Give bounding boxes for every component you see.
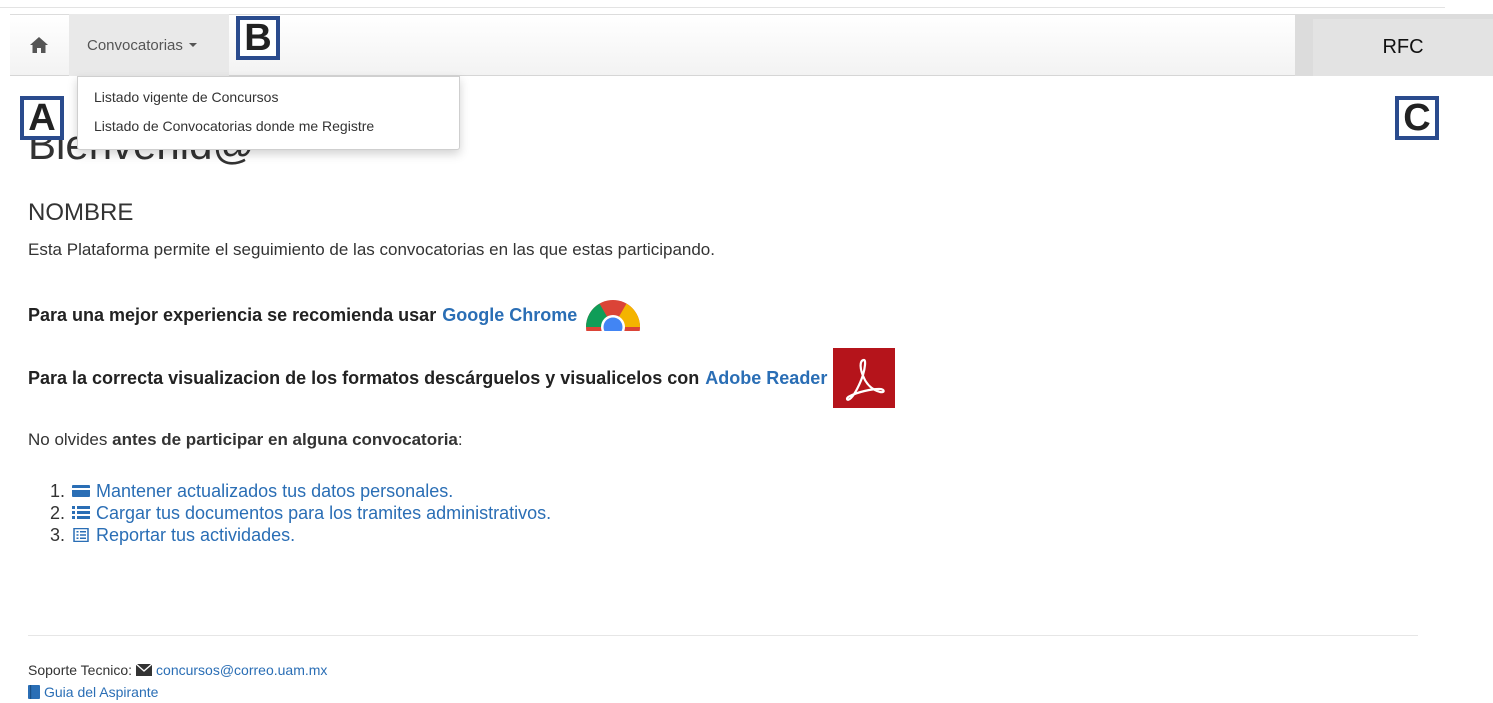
guide-line: Guia del Aspirante [28,684,158,700]
reminder-bold: antes de participar en alguna convocator… [112,430,458,449]
callout-c: C [1395,96,1439,140]
rfc-user-box[interactable]: RFC [1295,14,1493,76]
top-divider [0,7,1445,8]
credit-card-icon [72,485,90,497]
list-item: 1. Mantener actualizados tus datos perso… [50,480,551,502]
reminder-text: No olvides antes de participar en alguna… [28,430,463,450]
envelope-icon [136,664,153,676]
callout-b: B [236,16,280,60]
rfc-label: RFC [1382,36,1424,58]
adobe-text: Para la correcta visualizacion de los fo… [28,367,700,388]
google-chrome-link[interactable]: Google Chrome [442,305,577,326]
caret-down-icon [188,43,197,47]
steps-list: 1. Mantener actualizados tus datos perso… [50,480,551,546]
home-button[interactable] [10,14,68,76]
footer-divider [28,635,1418,636]
book-icon [28,685,40,699]
user-name: NOMBRE [28,199,134,226]
dropdown-item-listado-registros[interactable]: Listado de Convocatorias donde me Regist… [78,112,459,141]
guia-aspirante-link[interactable]: Guia del Aspirante [44,684,158,700]
adobe-recommendation: Para la correcta visualizacion de los fo… [28,348,896,408]
home-icon [30,37,48,53]
chrome-recommendation: Para una mejor experiencia se recomienda… [28,297,641,333]
convocatorias-menu-label: Convocatorias [87,36,183,54]
step-number: 1. [50,480,66,501]
update-personal-data-link[interactable]: Mantener actualizados tus datos personal… [96,481,453,502]
adobe-reader-logo-icon [833,348,896,408]
dropdown-item-listado-concursos[interactable]: Listado vigente de Concursos [78,83,459,112]
report-activities-link[interactable]: Reportar tus actividades. [96,525,295,546]
step-number: 2. [50,502,66,523]
list-icon [72,506,90,519]
convocatorias-dropdown: Listado vigente de Concursos Listado de … [77,76,460,150]
chrome-logo-icon [586,300,641,331]
adobe-reader-link[interactable]: Adobe Reader [705,368,827,389]
callout-a: A [20,96,64,140]
list-item: 3. Reportar tus actividades. [50,524,551,546]
list-item: 2. Cargar tus documentos para los tramit… [50,502,551,524]
reminder-prefix: No olvides [28,430,108,449]
upload-documents-link[interactable]: Cargar tus documentos para los tramites … [96,503,551,524]
chrome-text: Para una mejor experiencia se recomienda… [28,304,437,325]
step-number: 3. [50,524,66,545]
convocatorias-menu-button[interactable]: Convocatorias [69,14,229,76]
reminder-suffix: : [457,430,463,449]
support-line: Soporte Tecnico: concursos@correo.uam.mx [28,662,327,678]
platform-description: Esta Plataforma permite el seguimiento d… [28,240,715,259]
support-label: Soporte Tecnico: [28,662,133,678]
support-email-link[interactable]: concursos@correo.uam.mx [156,662,327,678]
list-alt-icon [73,528,89,542]
